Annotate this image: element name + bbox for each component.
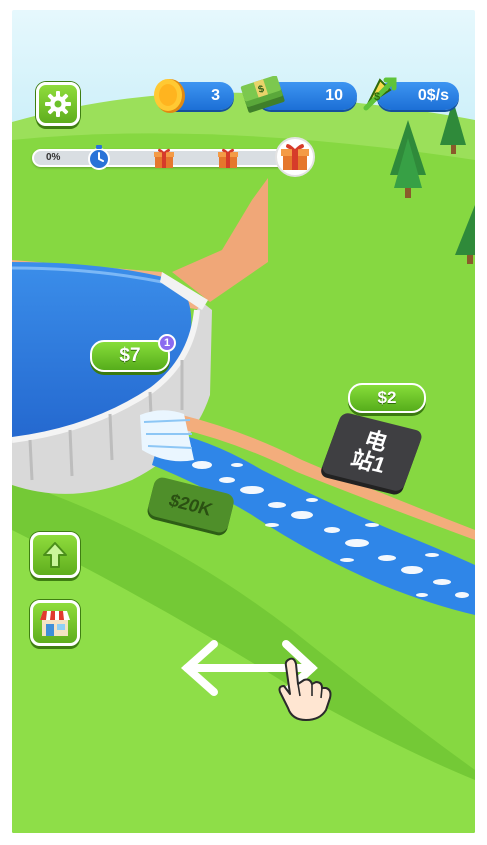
gift-box-icon (154, 148, 174, 168)
income-rate-value: 0$/s (417, 87, 449, 104)
progress-percent: 0% (46, 152, 61, 163)
upgrade-button[interactable] (30, 532, 80, 578)
timer-icon (88, 145, 110, 170)
cash-count: 10 (325, 87, 343, 104)
dam-level-badge: 1 (158, 334, 176, 352)
svg-text:$: $ (374, 91, 380, 103)
rate-gauge-icon: $ (363, 77, 397, 111)
up-arrow-icon (43, 542, 67, 568)
station-sign-line2: 站1 (347, 445, 390, 478)
cash-stack-icon: $ (240, 76, 285, 113)
station-price-label: $2 (377, 388, 397, 407)
gift-box-icon (218, 148, 238, 168)
station-build-price[interactable]: $2 (348, 383, 426, 413)
game-viewport[interactable]: 3 10 $ 0$/s $ 0% $7 1 $2 电 站1 $20K (12, 10, 475, 833)
big-gift-box-icon (275, 137, 315, 177)
game-scene (12, 10, 475, 833)
shop-icon (40, 611, 70, 636)
shop-button[interactable] (30, 600, 80, 646)
ground-value-label: $20K (166, 489, 216, 520)
dam-price-label: $7 (119, 345, 141, 366)
gear-icon (45, 91, 71, 117)
settings-button[interactable] (36, 82, 80, 126)
dam-level-value: 1 (163, 337, 171, 349)
swipe-left-right-hand-icon (278, 657, 332, 721)
coin-count: 3 (211, 87, 220, 104)
coin-icon (154, 79, 185, 113)
